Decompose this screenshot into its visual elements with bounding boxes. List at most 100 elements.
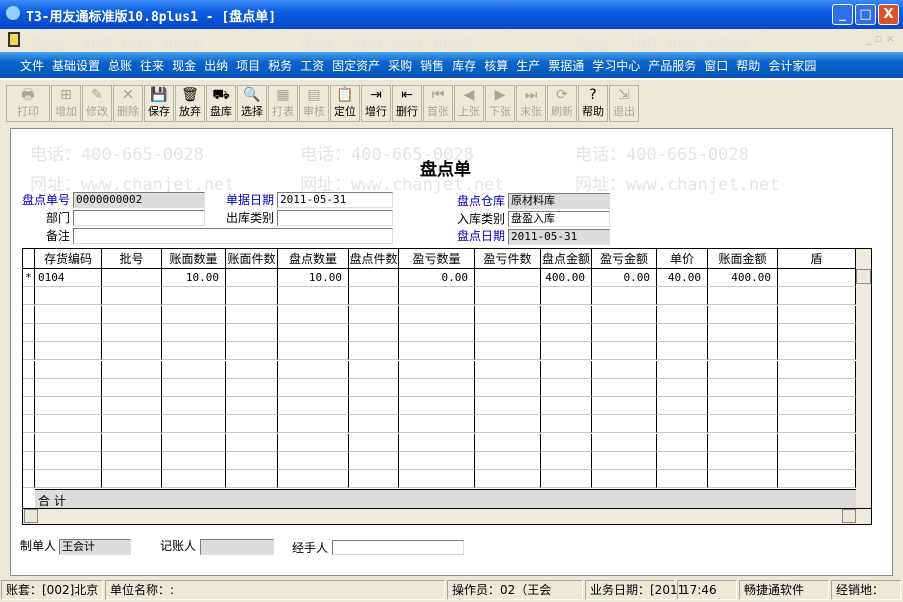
table-cell[interactable]	[541, 397, 592, 416]
table-cell[interactable]	[708, 397, 778, 416]
in-type-field[interactable]: 盘盈入库	[508, 211, 610, 227]
table-cell[interactable]	[475, 470, 541, 489]
table-cell[interactable]	[541, 360, 592, 379]
table-cell[interactable]	[592, 397, 657, 416]
table-cell[interactable]	[475, 323, 541, 342]
table-cell[interactable]	[226, 397, 278, 416]
menu-item[interactable]: 工资	[300, 57, 324, 74]
table-cell[interactable]	[35, 433, 102, 452]
table-cell[interactable]	[162, 433, 226, 452]
table-cell[interactable]	[278, 397, 349, 416]
toolbar-button-15[interactable]: ▶ 下张	[485, 85, 515, 122]
menu-item[interactable]: 生产	[516, 57, 540, 74]
table-cell[interactable]: 0.00	[592, 269, 657, 287]
table-cell[interactable]	[349, 415, 399, 434]
toolbar-button-6[interactable]: ⛟ 盘库	[206, 85, 236, 122]
table-cell[interactable]	[278, 433, 349, 452]
column-header[interactable]: 单价	[657, 249, 708, 269]
check-date-field[interactable]: 2011-05-31	[508, 229, 610, 245]
table-cell[interactable]	[162, 342, 226, 361]
table-cell[interactable]	[102, 342, 162, 361]
table-cell[interactable]	[475, 269, 541, 287]
table-cell[interactable]	[35, 287, 102, 306]
table-cell[interactable]	[592, 360, 657, 379]
table-cell[interactable]	[349, 342, 399, 361]
menu-item[interactable]: 往来	[140, 57, 164, 74]
warehouse-field[interactable]: 原材料库	[508, 193, 610, 209]
toolbar-button-2[interactable]: ✎ 修改	[82, 85, 112, 122]
table-cell[interactable]	[35, 452, 102, 470]
table-cell[interactable]	[349, 433, 399, 452]
table-cell[interactable]	[399, 433, 475, 452]
menu-item[interactable]: 总账	[108, 57, 132, 74]
handler-field[interactable]	[332, 540, 464, 555]
table-cell[interactable]	[708, 305, 778, 324]
table-cell[interactable]	[657, 378, 708, 397]
toolbar-button-10[interactable]: 📋 定位	[330, 85, 360, 122]
table-cell[interactable]	[778, 415, 856, 434]
table-cell[interactable]	[349, 452, 399, 470]
table-cell[interactable]	[278, 452, 349, 470]
table-cell[interactable]	[592, 342, 657, 361]
table-cell[interactable]	[102, 360, 162, 379]
table-cell[interactable]	[475, 397, 541, 416]
table-cell[interactable]	[162, 415, 226, 434]
menu-item[interactable]: 采购	[388, 57, 412, 74]
menu-item[interactable]: 税务	[268, 57, 292, 74]
minimize-button[interactable]: _	[832, 4, 853, 25]
menu-item[interactable]: 会计家园	[768, 57, 816, 74]
table-cell[interactable]	[592, 305, 657, 324]
menu-item[interactable]: 项目	[236, 57, 260, 74]
column-header[interactable]: 盾	[778, 249, 856, 269]
table-cell[interactable]	[226, 452, 278, 470]
table-cell[interactable]	[475, 305, 541, 324]
table-cell[interactable]	[278, 305, 349, 324]
table-cell[interactable]	[541, 378, 592, 397]
menu-item[interactable]: 出纳	[204, 57, 228, 74]
bookkeeper-field[interactable]	[200, 539, 274, 555]
table-cell[interactable]	[657, 342, 708, 361]
table-cell[interactable]	[592, 415, 657, 434]
stock-check-grid[interactable]: 存货编码 批号 账面数量 账面件数 盘点数量 盘点件数 盈亏数量 盈亏件数 盘点金额 盈亏金额 单价…	[22, 248, 872, 525]
toolbar-button-19[interactable]: ⇲ 退出	[609, 85, 639, 122]
column-header[interactable]: 盈亏金额	[592, 249, 657, 269]
table-cell[interactable]	[475, 433, 541, 452]
table-cell[interactable]	[35, 360, 102, 379]
table-cell[interactable]	[541, 287, 592, 306]
toolbar-button-11[interactable]: ⇥ 增行	[361, 85, 391, 122]
table-cell[interactable]	[541, 342, 592, 361]
mdi-controls[interactable]: _ ▫ ×	[866, 32, 895, 45]
table-cell[interactable]	[708, 360, 778, 379]
table-cell[interactable]	[708, 378, 778, 397]
table-cell[interactable]	[226, 470, 278, 489]
table-cell[interactable]	[278, 323, 349, 342]
table-cell[interactable]: 0.00	[399, 269, 475, 287]
table-cell[interactable]	[592, 378, 657, 397]
table-cell[interactable]	[592, 323, 657, 342]
column-header[interactable]: 盘点数量	[278, 249, 349, 269]
table-cell[interactable]	[162, 360, 226, 379]
table-cell[interactable]: 10.00	[278, 269, 349, 287]
table-cell[interactable]	[35, 397, 102, 416]
table-cell[interactable]	[778, 397, 856, 416]
table-cell[interactable]	[226, 415, 278, 434]
table-cell[interactable]	[102, 452, 162, 470]
table-cell[interactable]	[657, 323, 708, 342]
table-cell[interactable]	[226, 433, 278, 452]
table-cell[interactable]	[541, 305, 592, 324]
table-cell[interactable]	[778, 452, 856, 470]
toolbar-button-14[interactable]: ◀ 上张	[454, 85, 484, 122]
table-cell[interactable]	[399, 305, 475, 324]
table-cell[interactable]	[35, 415, 102, 434]
toolbar-button-8[interactable]: ▦ 打表	[268, 85, 298, 122]
table-cell[interactable]	[657, 287, 708, 306]
table-cell[interactable]: 10.00	[162, 269, 226, 287]
toolbar-button-16[interactable]: ⏭ 末张	[516, 85, 546, 122]
table-cell[interactable]	[475, 360, 541, 379]
table-cell[interactable]	[592, 470, 657, 489]
table-cell[interactable]	[278, 470, 349, 489]
table-cell[interactable]	[35, 323, 102, 342]
table-cell[interactable]	[778, 360, 856, 379]
toolbar-button-1[interactable]: ⊞ 增加	[51, 85, 81, 122]
table-cell[interactable]	[708, 433, 778, 452]
